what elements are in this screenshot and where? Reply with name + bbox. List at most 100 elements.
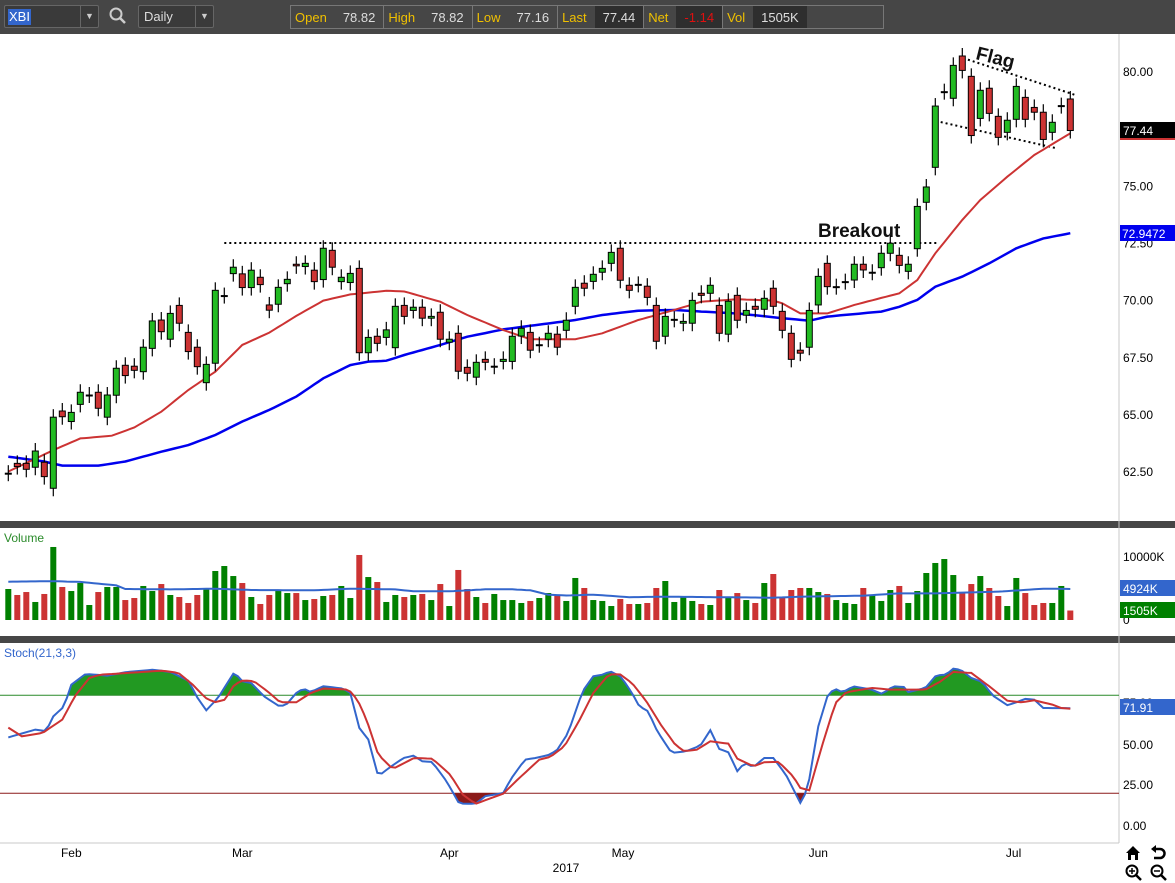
candle-body	[805, 309, 813, 348]
volume-bar	[896, 585, 903, 620]
volume-bar	[104, 586, 111, 620]
candle-body	[931, 105, 939, 168]
candle-body	[877, 252, 885, 269]
month-label: Feb	[61, 846, 82, 860]
volume-bar	[662, 581, 669, 620]
pane-separator[interactable]	[0, 636, 1175, 643]
candle-body	[967, 75, 975, 137]
candle-body	[886, 242, 894, 254]
volume-bars	[5, 546, 1074, 620]
candle-body	[526, 331, 534, 351]
volume-bar	[725, 597, 732, 620]
candle-body	[643, 285, 651, 298]
volume-bar	[95, 592, 102, 620]
candle	[418, 299, 426, 327]
candle	[40, 454, 48, 485]
candle-body	[373, 335, 381, 344]
volume-bar	[527, 600, 534, 620]
candle	[364, 329, 372, 361]
candle	[211, 282, 219, 372]
volume-bar	[257, 603, 264, 620]
stoch-tick-25: 25.00	[1123, 778, 1153, 792]
candle-body	[553, 333, 561, 348]
volume-bar	[374, 582, 381, 620]
candle-body	[319, 247, 327, 281]
candle	[355, 260, 363, 361]
candle	[1012, 78, 1020, 128]
volume-bar	[797, 587, 804, 620]
zoom-out-icon[interactable]	[1150, 864, 1167, 881]
candle-body	[841, 281, 849, 284]
volume-bar	[644, 602, 651, 620]
price-tick: 80.00	[1123, 65, 1153, 79]
volume-bar	[1049, 602, 1056, 620]
candle-body	[1003, 119, 1011, 133]
ma50-badge: 72.9472	[1120, 225, 1175, 241]
candle	[157, 312, 165, 340]
candle	[589, 266, 597, 290]
candle	[877, 245, 885, 276]
candle-body	[976, 89, 984, 119]
volume-bar	[5, 589, 12, 620]
volume-bar	[536, 598, 543, 620]
candle-body	[1057, 105, 1065, 108]
volume-bar	[392, 594, 399, 620]
candle	[130, 358, 138, 379]
candle-body	[508, 335, 516, 362]
candle-body	[589, 273, 597, 282]
volume-bar	[482, 602, 489, 620]
volume-bar	[689, 600, 696, 620]
candle	[463, 359, 471, 382]
home-icon[interactable]	[1126, 846, 1140, 860]
undo-icon[interactable]	[1151, 845, 1166, 860]
candle	[238, 265, 246, 296]
candle	[121, 357, 129, 384]
candle-body	[103, 394, 111, 418]
candle-body	[868, 271, 876, 274]
zoom-in-icon[interactable]	[1125, 864, 1142, 881]
candle-body	[706, 284, 714, 294]
volume-bar	[347, 598, 354, 620]
volume-bar	[599, 600, 606, 620]
candle-body	[283, 278, 291, 285]
candle	[112, 360, 120, 404]
candle-body	[229, 266, 237, 275]
month-label: Jul	[1006, 846, 1021, 860]
volume-bar	[356, 554, 363, 620]
candle	[1021, 89, 1029, 128]
volume-bar	[320, 595, 327, 620]
volume-bar	[212, 570, 219, 620]
candle	[553, 326, 561, 356]
candle-body	[112, 367, 120, 396]
volume-bar	[1067, 610, 1074, 620]
volume-bar	[383, 601, 390, 620]
candle	[247, 262, 255, 296]
volume-bar	[1040, 602, 1047, 620]
volume-bar	[302, 600, 309, 620]
volume-bar	[464, 589, 471, 620]
volume-bar	[239, 583, 246, 620]
volume-last-badge: 1505K	[1120, 602, 1175, 618]
candle	[778, 303, 786, 339]
candle	[733, 287, 741, 329]
candle-body	[391, 305, 399, 349]
candle	[517, 320, 525, 345]
candle	[58, 403, 66, 425]
volume-bar	[1013, 577, 1020, 620]
candle	[139, 339, 147, 380]
candle	[220, 287, 228, 304]
candle-body	[922, 186, 930, 203]
volume-bar	[1022, 593, 1029, 620]
candle	[409, 299, 417, 319]
candle-body	[274, 286, 282, 305]
volume-bar	[878, 600, 885, 620]
candle-body	[607, 251, 615, 264]
candle	[67, 404, 75, 430]
volume-bar	[284, 593, 291, 620]
candle	[787, 325, 795, 368]
candle-body	[184, 331, 192, 353]
volume-ma-label: 4924K	[1123, 582, 1158, 596]
stock-chart[interactable]: 80.0077.5075.0072.5070.0067.5065.0062.50…	[0, 0, 1175, 883]
candle-body	[1039, 111, 1047, 140]
pane-separator[interactable]	[0, 521, 1175, 528]
